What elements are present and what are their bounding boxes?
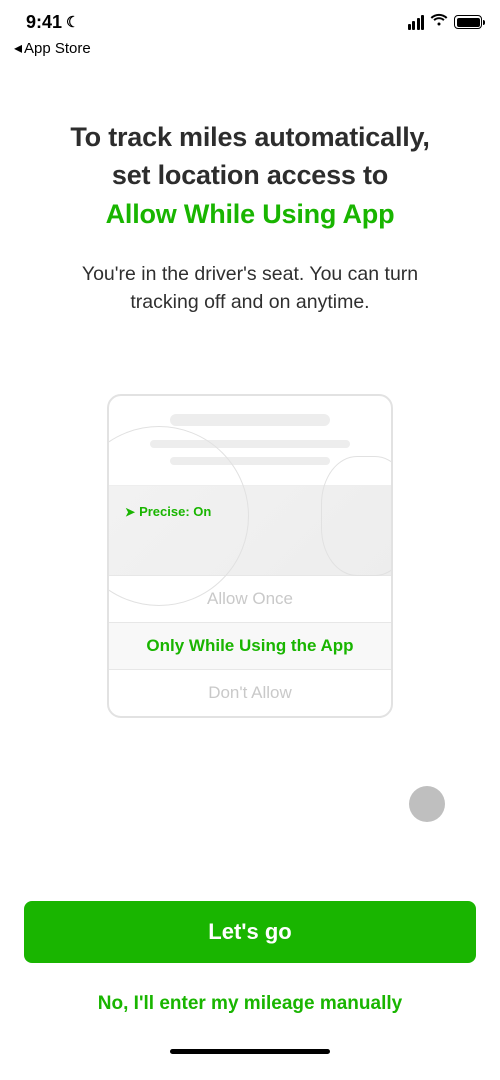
cellular-icon bbox=[408, 15, 425, 30]
headline-accent: Allow While Using App bbox=[106, 199, 395, 229]
location-arrow-icon: ➤ bbox=[125, 505, 135, 519]
chevron-left-icon: ◂ bbox=[14, 38, 22, 58]
subtext-line1: You're in the driver's seat. You can tur… bbox=[82, 263, 418, 285]
home-indicator bbox=[170, 1049, 330, 1054]
headline-line1: To track miles automatically, bbox=[70, 122, 429, 152]
placeholder-line bbox=[170, 414, 330, 426]
map-road-line bbox=[321, 456, 393, 576]
headline-line2: set location access to bbox=[112, 160, 388, 190]
back-label: App Store bbox=[24, 40, 91, 57]
headline: To track miles automatically, set locati… bbox=[30, 118, 470, 233]
status-bar: 9:41 ☾ bbox=[0, 0, 500, 36]
main-content: To track miles automatically, set locati… bbox=[0, 58, 500, 718]
subtext: You're in the driver's seat. You can tur… bbox=[30, 261, 470, 316]
dialog-option-only-while-using: Only While Using the App bbox=[109, 622, 391, 669]
option-label: Allow Once bbox=[207, 589, 293, 609]
option-label: Don't Allow bbox=[208, 683, 292, 703]
primary-button-label: Let's go bbox=[208, 919, 291, 944]
status-time-group: 9:41 ☾ bbox=[26, 12, 79, 33]
wifi-icon bbox=[430, 13, 448, 32]
status-time: 9:41 bbox=[26, 12, 62, 33]
progress-indicator-dot bbox=[409, 786, 445, 822]
enter-mileage-manually-link[interactable]: No, I'll enter my mileage manually bbox=[24, 993, 476, 1015]
option-label: Only While Using the App bbox=[146, 636, 353, 656]
secondary-link-label: No, I'll enter my mileage manually bbox=[98, 993, 402, 1014]
back-to-app-store[interactable]: ◂ App Store bbox=[0, 36, 500, 58]
do-not-disturb-icon: ☾ bbox=[66, 13, 79, 31]
precise-on-badge: ➤ Precise: On bbox=[125, 504, 211, 519]
dialog-option-dont-allow: Don't Allow bbox=[109, 669, 391, 716]
battery-icon bbox=[454, 15, 482, 29]
status-indicators bbox=[408, 13, 483, 32]
lets-go-button[interactable]: Let's go bbox=[24, 901, 476, 963]
precise-label: Precise: On bbox=[139, 504, 211, 519]
bottom-actions: Let's go No, I'll enter my mileage manua… bbox=[0, 901, 500, 1080]
permission-dialog-preview: ➤ Precise: On Allow Once Only While Usin… bbox=[107, 394, 393, 718]
subtext-line2: tracking off and on anytime. bbox=[130, 291, 369, 313]
dialog-map-preview: ➤ Precise: On bbox=[109, 485, 391, 575]
